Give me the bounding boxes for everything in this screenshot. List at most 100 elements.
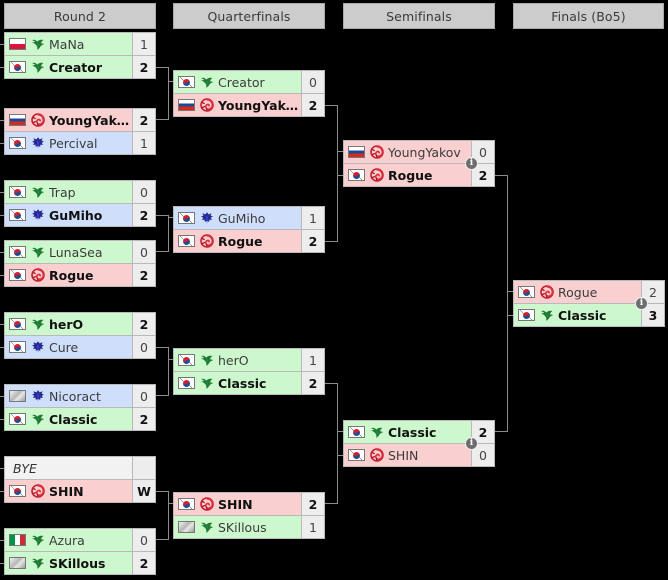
bracket-row[interactable]: SHIN W (4, 479, 156, 503)
player-name: MaNa (49, 36, 85, 52)
score-cell: 1 (301, 516, 324, 538)
bracket-row[interactable]: Rogue 2 (4, 263, 156, 287)
opponent-cell: SKillous (5, 552, 132, 574)
flag-russia (348, 146, 365, 158)
opponent-cell: Trap (5, 181, 132, 203)
flag-south-korea (348, 449, 365, 461)
bracket-row[interactable]: Rogue 2 (173, 229, 325, 253)
opponent-cell: herO (174, 349, 301, 371)
match-round2-8: Azura 0 SKillous 2 (4, 528, 156, 575)
bracket-row[interactable]: Azura 0 (4, 528, 156, 552)
bracket-row[interactable]: SKillous 2 (4, 551, 156, 575)
connector-line (495, 431, 507, 432)
round-header-semifinals[interactable]: Semifinals (343, 3, 495, 29)
bracket-row[interactable]: herO 1 (173, 348, 325, 372)
protoss-race-icon (30, 555, 45, 571)
terran-race-icon (30, 207, 45, 223)
flag-south-korea (178, 235, 195, 247)
bracket-row[interactable]: Creator 2 (4, 55, 156, 79)
tournament-bracket: Round 2 Quarterfinals Semifinals Finals (Bo… (0, 0, 668, 580)
flag-south-korea (178, 76, 195, 88)
bracket-row[interactable]: Creator 0 (173, 70, 325, 94)
protoss-race-icon (30, 316, 45, 332)
bracket-row[interactable]: Trap 0 (4, 180, 156, 204)
bracket-row[interactable]: LunaSea 0 (4, 240, 156, 264)
zerg-race-icon (369, 144, 384, 160)
round-header-round2[interactable]: Round 2 (4, 3, 156, 29)
bracket-row[interactable]: Percival 1 (4, 131, 156, 155)
connector-line (0, 468, 4, 469)
opponent-cell: herO (5, 313, 132, 335)
round-header-quarterfinals[interactable]: Quarterfinals (173, 3, 325, 29)
connector-line (156, 347, 168, 348)
score-cell: 2 (132, 56, 155, 78)
bracket-row[interactable]: YoungYakov 2 (173, 93, 325, 117)
connector-line (0, 67, 4, 68)
flag-south-korea (9, 341, 26, 353)
score-cell: 2 (132, 264, 155, 286)
score-cell: W (132, 480, 155, 502)
connector-line (337, 455, 343, 456)
flag-south-korea (9, 485, 26, 497)
match-finals-1: Rogue 2 Classic 3 i (513, 280, 665, 327)
flag-poland (9, 38, 26, 50)
connector-line (325, 503, 337, 504)
opponent-cell: Rogue (5, 264, 132, 286)
flag-unknown (178, 521, 195, 533)
bracket-row[interactable]: herO 2 (4, 312, 156, 336)
player-name: Rogue (388, 167, 433, 183)
flag-south-korea (518, 309, 535, 321)
bracket-row[interactable]: GuMiho 2 (4, 203, 156, 227)
bracket-row[interactable]: Classic 2 (4, 407, 156, 431)
bracket-row[interactable]: Classic 2 (173, 371, 325, 395)
score-cell: 1 (301, 207, 324, 229)
bracket-row[interactable]: Nicoract 0 (4, 384, 156, 408)
score-cell: 0 (132, 336, 155, 358)
opponent-cell: SHIN (344, 444, 471, 466)
connector-line (0, 252, 4, 253)
zerg-race-icon (369, 447, 384, 463)
connector-line (507, 315, 513, 316)
opponent-cell: BYE (5, 457, 132, 479)
player-name: SHIN (388, 447, 419, 463)
protoss-race-icon (30, 244, 45, 260)
bracket-row[interactable]: GuMiho 1 (173, 206, 325, 230)
player-name: Rogue (49, 267, 94, 283)
bracket-row[interactable]: Cure 0 (4, 335, 156, 359)
player-name: Classic (388, 424, 437, 440)
bracket-row[interactable]: MaNa 1 (4, 32, 156, 56)
protoss-race-icon (30, 59, 45, 75)
opponent-cell: YoungYakov (5, 109, 132, 131)
player-name: Creator (218, 74, 265, 90)
round-header-finals[interactable]: Finals (Bo5) (513, 3, 664, 29)
connector-line (0, 215, 4, 216)
bye-label: BYE (13, 460, 37, 476)
flag-south-korea (348, 169, 365, 181)
connector-line (156, 539, 168, 540)
score-cell: 0 (132, 385, 155, 407)
match-info-icon[interactable]: i (465, 437, 478, 450)
match-round2-3: Trap 0 GuMiho 2 (4, 180, 156, 227)
opponent-cell: SHIN (5, 480, 132, 502)
terran-race-icon (30, 135, 45, 151)
bracket-row[interactable]: BYE (4, 456, 156, 480)
connector-line (0, 120, 4, 121)
flag-south-korea (9, 318, 26, 330)
protoss-race-icon (30, 532, 45, 548)
match-info-icon[interactable]: i (635, 297, 648, 310)
bracket-row[interactable]: SHIN 2 (173, 492, 325, 516)
flag-south-korea (178, 498, 195, 510)
bracket-row[interactable]: YoungYakov 2 (4, 108, 156, 132)
protoss-race-icon (30, 36, 45, 52)
score-cell: 2 (132, 408, 155, 430)
connector-line (156, 251, 168, 252)
bracket-row[interactable]: SKillous 1 (173, 515, 325, 539)
match-info-icon[interactable]: i (465, 157, 478, 170)
opponent-cell: YoungYakov (344, 141, 471, 163)
connector-line (0, 396, 4, 397)
protoss-race-icon (30, 184, 45, 200)
player-name: SHIN (49, 483, 84, 499)
protoss-race-icon (199, 352, 214, 368)
zerg-race-icon (199, 496, 214, 512)
match-round2-5: herO 2 Cure 0 (4, 312, 156, 359)
